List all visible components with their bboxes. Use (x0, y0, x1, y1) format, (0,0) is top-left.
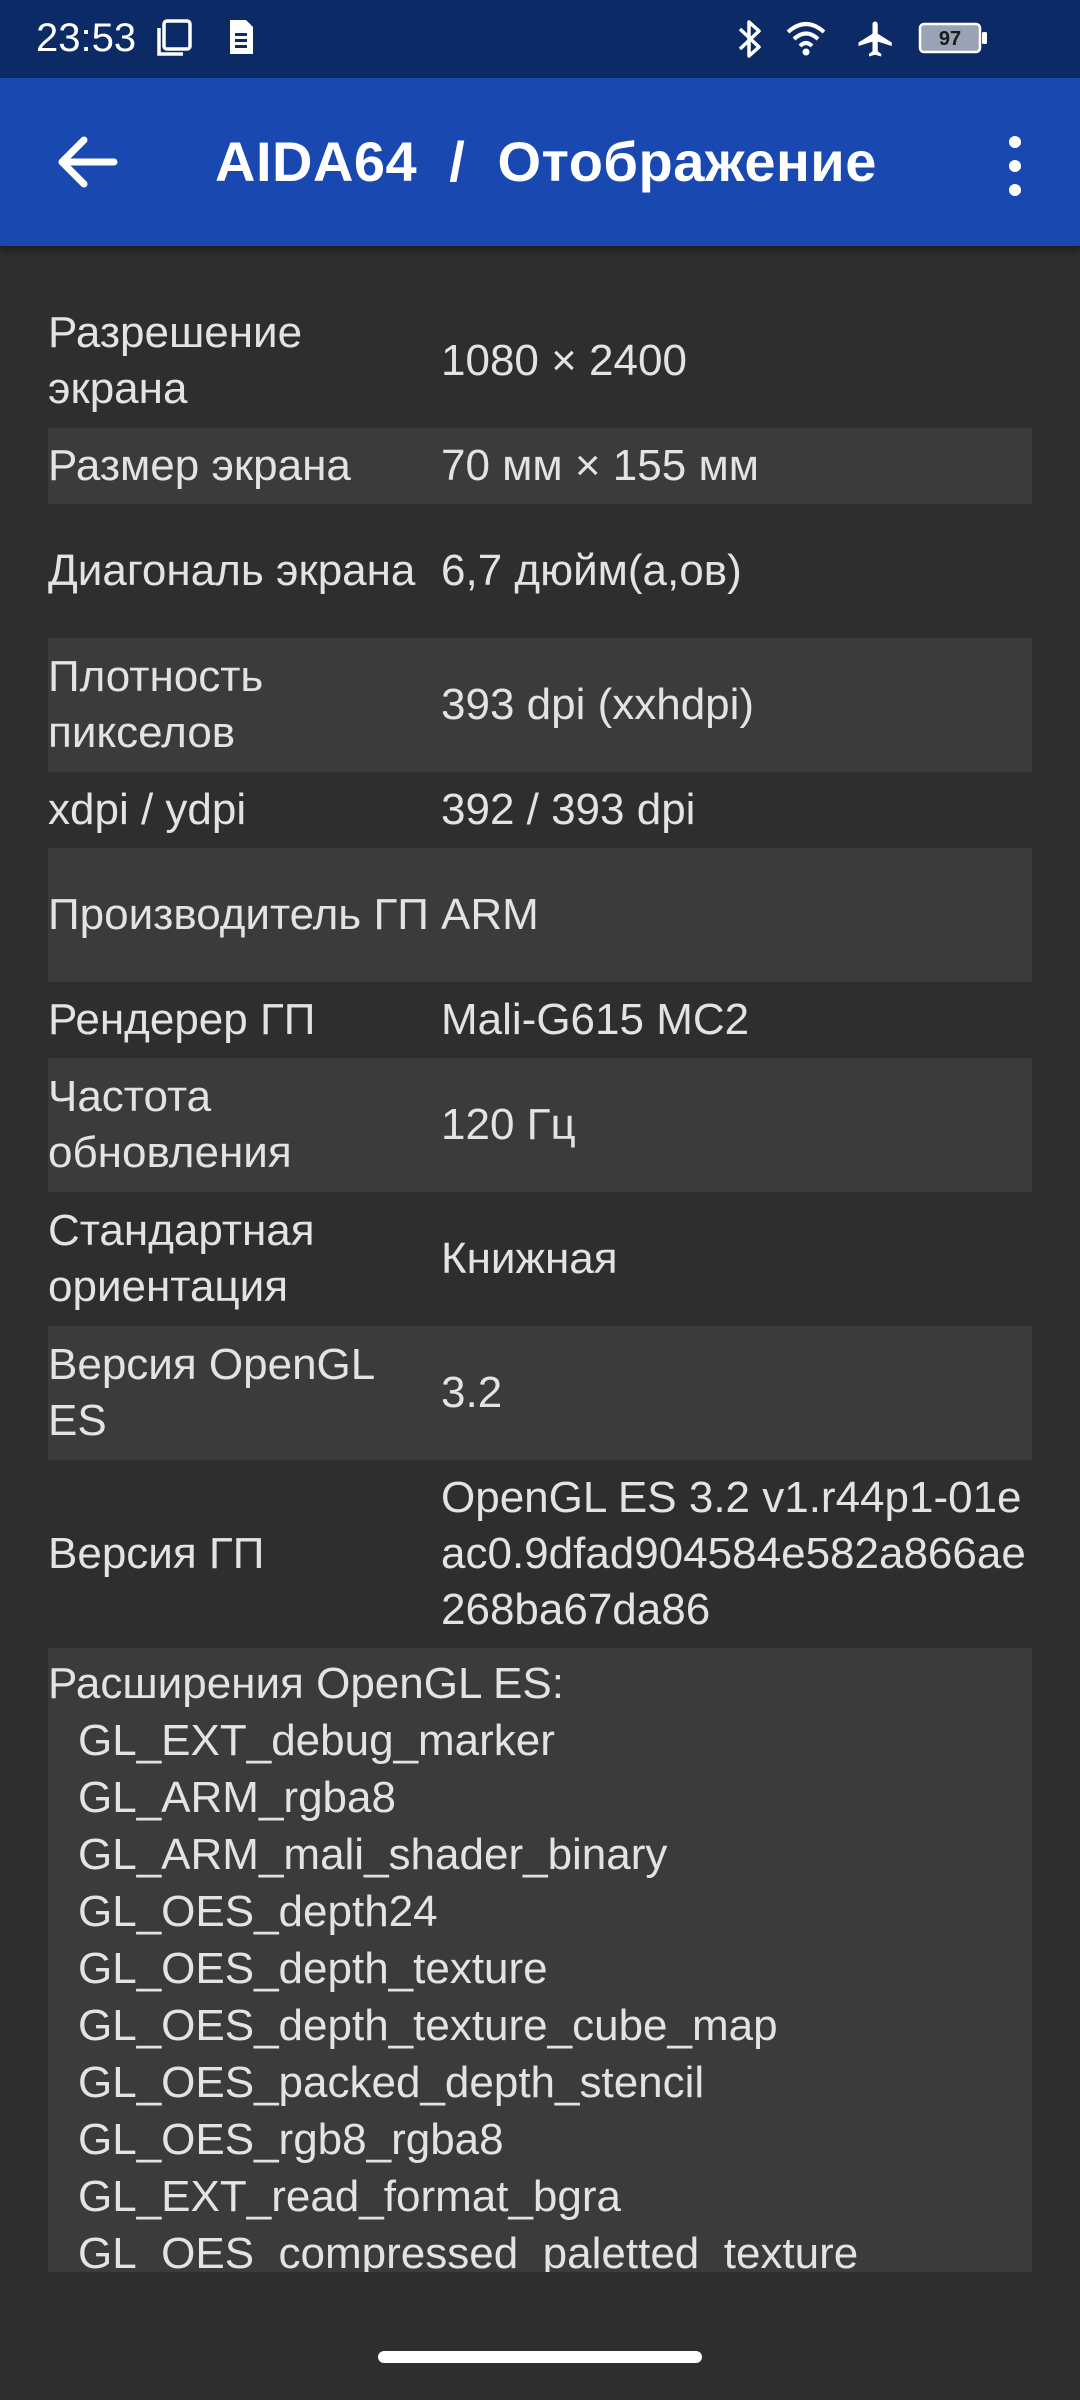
extensions-title: Расширения OpenGL ES: (48, 1659, 564, 1708)
row-label: Версия ГП (48, 1529, 265, 1578)
arrow-left-icon[interactable] (48, 124, 124, 200)
info-row-screen-size: Размер экрана 70 мм × 155 мм (48, 428, 1032, 504)
row-value: 393 dpi (xxhdpi) (441, 680, 755, 729)
info-row-gpu-vendor: Производитель ГП ARM (48, 848, 1032, 982)
home-indicator[interactable] (378, 2351, 702, 2363)
list-item: GL_OES_packed_depth_stencil (78, 2058, 705, 2107)
list-item: GL_EXT_debug_marker (78, 1716, 555, 1765)
row-label: Версия OpenGL ES (48, 1340, 374, 1445)
screenshot-icon (157, 19, 192, 56)
info-row-diagonal: Диагональ экрана 6,7 дюйм(а,ов) (48, 504, 1032, 638)
row-value: Mali-G615 MC2 (441, 995, 750, 1044)
row-label: Диагональ экрана (48, 546, 416, 595)
battery-icon: 97 (918, 22, 987, 54)
list-item: GL_OES_depth24 (78, 1887, 438, 1936)
row-value: ARM (441, 890, 539, 939)
list-item: GL_OES_compressed_paletted_texture (78, 2229, 859, 2272)
info-row-orientation: Стандартная ориентация Книжная (48, 1192, 1032, 1326)
row-label: xdpi / ydpi (48, 785, 247, 834)
wifi-icon (786, 22, 826, 56)
row-value: 70 мм × 155 мм (441, 441, 759, 490)
battery-level-text: 97 (939, 28, 961, 50)
info-row-refresh-rate: Частота обновления 120 Гц (48, 1058, 1032, 1192)
row-label: Производитель ГП (48, 890, 429, 939)
row-value: 392 / 393 dpi (441, 785, 696, 834)
list-item: GL_ARM_rgba8 (78, 1773, 396, 1822)
row-value: Книжная (441, 1234, 618, 1283)
status-time: 23:53 (36, 16, 137, 60)
row-value: OpenGL ES 3.2 v1.r44p1-01eac0.9dfad90458… (441, 1473, 1026, 1634)
page-title: AIDA64 / Отображение (215, 130, 877, 193)
status-bar: 23:53 97 (0, 0, 1080, 78)
row-label: Рендерер ГП (48, 995, 316, 1044)
list-item: GL_OES_depth_texture_cube_map (78, 2001, 778, 2050)
row-label: Разрешение экрана (48, 308, 303, 413)
row-value: 3.2 (441, 1368, 503, 1417)
device-info-list: Разрешение экрана 1080 × 2400 Размер экр… (48, 294, 1032, 2272)
row-label: Плотность пикселов (48, 652, 264, 757)
info-row-gpu-renderer: Рендерер ГП Mali-G615 MC2 (48, 982, 1032, 1058)
info-row-pixel-density: Плотность пикселов 393 dpi (xxhdpi) (48, 638, 1032, 772)
list-item: GL_EXT_read_format_bgra (78, 2172, 621, 2221)
more-vert-icon[interactable] (990, 128, 1040, 204)
list-item: GL_OES_depth_texture (78, 1944, 548, 1993)
airplane-icon (858, 21, 892, 57)
row-label: Стандартная ориентация (48, 1206, 315, 1311)
opengl-extensions-block: Расширения OpenGL ES: GL_EXT_debug_marke… (48, 1648, 1032, 2272)
row-value: 1080 × 2400 (441, 336, 687, 385)
sim-card-icon (230, 20, 253, 54)
info-row-xdpi-ydpi: xdpi / ydpi 392 / 393 dpi (48, 772, 1032, 848)
row-value: 120 Гц (441, 1100, 576, 1149)
info-row-gpu-version: Версия ГП OpenGL ES 3.2 v1.r44p1-01eac0.… (48, 1460, 1032, 1648)
bluetooth-icon (738, 20, 761, 58)
row-value: 6,7 дюйм(а,ов) (441, 546, 742, 595)
app-bar: AIDA64 / Отображение (0, 78, 1080, 246)
info-row-opengl-version: Версия OpenGL ES 3.2 (48, 1326, 1032, 1460)
row-label: Размер экрана (48, 441, 351, 490)
list-item: GL_ARM_mali_shader_binary (78, 1830, 668, 1879)
list-item: GL_OES_rgb8_rgba8 (78, 2115, 504, 2164)
info-row-resolution: Разрешение экрана 1080 × 2400 (48, 294, 1032, 428)
row-label: Частота обновления (48, 1072, 292, 1177)
